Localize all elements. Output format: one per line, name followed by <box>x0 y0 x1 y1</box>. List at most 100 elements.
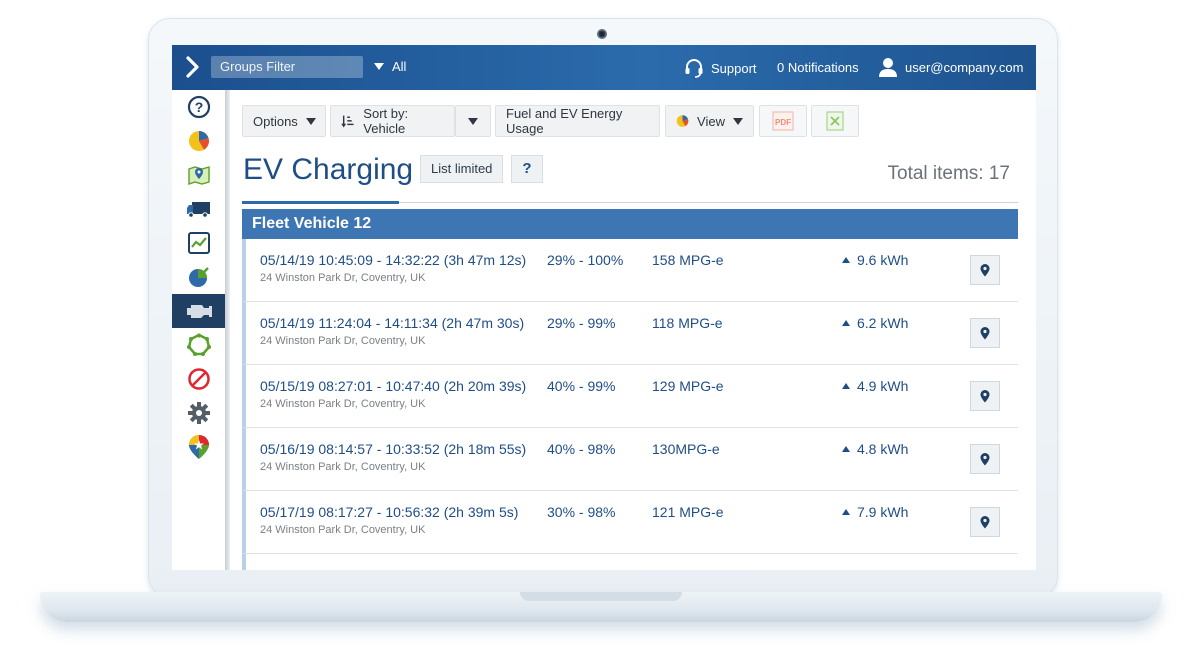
energy-value: 4.9 kWh <box>857 378 909 394</box>
energy-value: 4.8 kWh <box>857 441 909 457</box>
pdf-label: PDF <box>775 118 791 127</box>
table-row[interactable]: 05/16/19 08:14:57 - 10:33:52 (2h 18m 55s… <box>242 428 1018 491</box>
laptop-notch <box>520 592 682 601</box>
show-on-map-button[interactable] <box>970 507 1000 537</box>
charge-address: 24 Winston Park Dr, Coventry, UK <box>260 461 426 473</box>
user-menu[interactable]: user@company.com <box>877 56 1023 78</box>
sidebar-item-marketplace[interactable] <box>172 430 226 464</box>
group-header: Fleet Vehicle 12 <box>242 209 1018 239</box>
map-icon <box>188 166 210 185</box>
state-of-charge: 29% - 100% <box>547 252 624 268</box>
sidebar-item-dashboard[interactable] <box>172 124 226 158</box>
charge-time-range: 05/14/19 10:45:09 - 14:32:22 (3h 47m 12s… <box>260 252 527 268</box>
table-row[interactable]: 05/14/19 10:45:09 - 14:32:22 (3h 47m 12s… <box>242 239 1018 302</box>
sidebar-item-zones[interactable] <box>172 328 226 362</box>
mpg-e-value: 118 MPG-e <box>652 315 723 331</box>
arrow-up-icon <box>842 320 850 326</box>
notifications-link[interactable]: 0 Notifications <box>777 60 859 75</box>
sidebar-item-settings[interactable] <box>172 396 226 430</box>
exceptions-icon <box>188 368 210 390</box>
state-of-charge: 30% - 98% <box>547 504 616 520</box>
pdf-file-icon: PDF <box>772 111 794 131</box>
charge-time-range: 05/14/19 11:24:04 - 14:11:34 (2h 47m 30s… <box>260 315 525 331</box>
webcam <box>597 29 607 39</box>
title-underline <box>242 201 399 204</box>
sort-label: Sort by: Vehicle <box>363 106 409 136</box>
pie-chart-icon <box>676 115 689 127</box>
sidebar: ? <box>172 90 226 570</box>
map-pin-icon <box>980 389 990 402</box>
sort-button[interactable]: Sort by: Vehicle <box>330 105 455 137</box>
activity-chart-icon <box>188 232 210 254</box>
headset-icon <box>685 59 703 78</box>
mpg-e-value: 130MPG-e <box>652 441 720 457</box>
engine-icon <box>187 305 212 318</box>
view-label: View <box>697 113 725 129</box>
marketplace-icon <box>189 435 209 459</box>
show-on-map-button[interactable] <box>970 444 1000 474</box>
sidebar-item-engine[interactable] <box>172 294 226 328</box>
charging-list: 05/14/19 10:45:09 - 14:32:22 (3h 47m 12s… <box>242 239 1018 570</box>
app-screen: Groups Filter All Support 0 Notification… <box>172 45 1036 570</box>
table-row[interactable]: 05/14/19 11:24:04 - 14:11:34 (2h 47m 30s… <box>242 302 1018 365</box>
top-bar: Groups Filter All Support 0 Notification… <box>172 45 1036 90</box>
charge-address: 24 Winston Park Dr, Coventry, UK <box>260 335 426 347</box>
sidebar-item-vehicles[interactable] <box>172 192 226 226</box>
map-pin-icon <box>980 263 990 276</box>
map-pin-icon <box>980 452 990 465</box>
zones-icon <box>187 333 211 356</box>
total-items-count: Total items: 17 <box>887 163 1011 184</box>
view-button[interactable]: View <box>665 105 754 137</box>
table-row-partial <box>242 554 1018 570</box>
sidebar-item-help[interactable]: ? <box>172 90 226 124</box>
sidebar-item-activity[interactable] <box>172 226 226 260</box>
arrow-up-icon <box>842 446 850 452</box>
options-button[interactable]: Options <box>242 105 326 137</box>
support-label: Support <box>711 60 757 76</box>
table-row[interactable]: 05/15/19 08:27:01 - 10:47:40 (2h 20m 39s… <box>242 365 1018 428</box>
energy-added: 7.9 kWh <box>842 504 908 520</box>
list-limited-button[interactable]: List limited <box>420 155 504 183</box>
charge-time-range: 05/16/19 08:14:57 - 10:33:52 (2h 18m 55s… <box>260 441 527 457</box>
energy-added: 6.2 kWh <box>842 315 908 331</box>
support-link[interactable]: Support <box>683 57 757 79</box>
charge-time-range: 05/15/19 08:27:01 - 10:47:40 (2h 20m 39s… <box>260 378 527 394</box>
energy-added: 4.9 kWh <box>842 378 908 394</box>
charge-address: 24 Winston Park Dr, Coventry, UK <box>260 272 426 284</box>
svg-text:?: ? <box>195 99 204 115</box>
page-title: EV Charging <box>243 153 414 186</box>
map-pin-icon <box>980 515 990 528</box>
menu-expand-button[interactable] <box>182 55 204 79</box>
fuel-ev-report-button[interactable]: Fuel and EV Energy Usage <box>495 105 660 137</box>
show-on-map-button[interactable] <box>970 255 1000 285</box>
export-pdf-button[interactable]: PDF <box>759 105 807 137</box>
excel-file-icon <box>826 111 844 131</box>
help-icon: ? <box>187 95 211 119</box>
sidebar-item-rules[interactable] <box>172 260 226 294</box>
arrow-up-icon <box>842 509 850 515</box>
mpg-e-value: 158 MPG-e <box>652 252 724 268</box>
sidebar-item-map[interactable] <box>172 158 226 192</box>
groups-filter-dropdown[interactable]: All <box>374 59 406 74</box>
energy-value: 6.2 kWh <box>857 315 909 331</box>
sidebar-item-exceptions[interactable] <box>172 362 226 396</box>
caret-down-icon <box>305 117 316 125</box>
show-on-map-button[interactable] <box>970 381 1000 411</box>
page-help-button[interactable]: ? <box>511 155 543 183</box>
export-excel-button[interactable] <box>811 105 859 137</box>
show-on-map-button[interactable] <box>970 318 1000 348</box>
groups-filter-input[interactable]: Groups Filter <box>211 56 363 78</box>
sidebar-shadow <box>225 90 230 570</box>
fuel-ev-report-label: Fuel and EV Energy Usage <box>506 106 623 136</box>
charge-address: 24 Winston Park Dr, Coventry, UK <box>260 398 426 410</box>
table-row[interactable]: 05/17/19 08:17:27 - 10:56:32 (2h 39m 5s)… <box>242 491 1018 554</box>
user-icon <box>879 58 897 77</box>
settings-gear-icon <box>188 402 210 424</box>
sort-icon <box>341 115 354 128</box>
caret-down-icon <box>468 117 478 125</box>
arrow-up-icon <box>842 257 850 263</box>
energy-added: 9.6 kWh <box>842 252 908 268</box>
mpg-e-value: 129 MPG-e <box>652 378 724 394</box>
sort-direction-button[interactable] <box>455 105 491 137</box>
arrow-up-icon <box>842 383 850 389</box>
